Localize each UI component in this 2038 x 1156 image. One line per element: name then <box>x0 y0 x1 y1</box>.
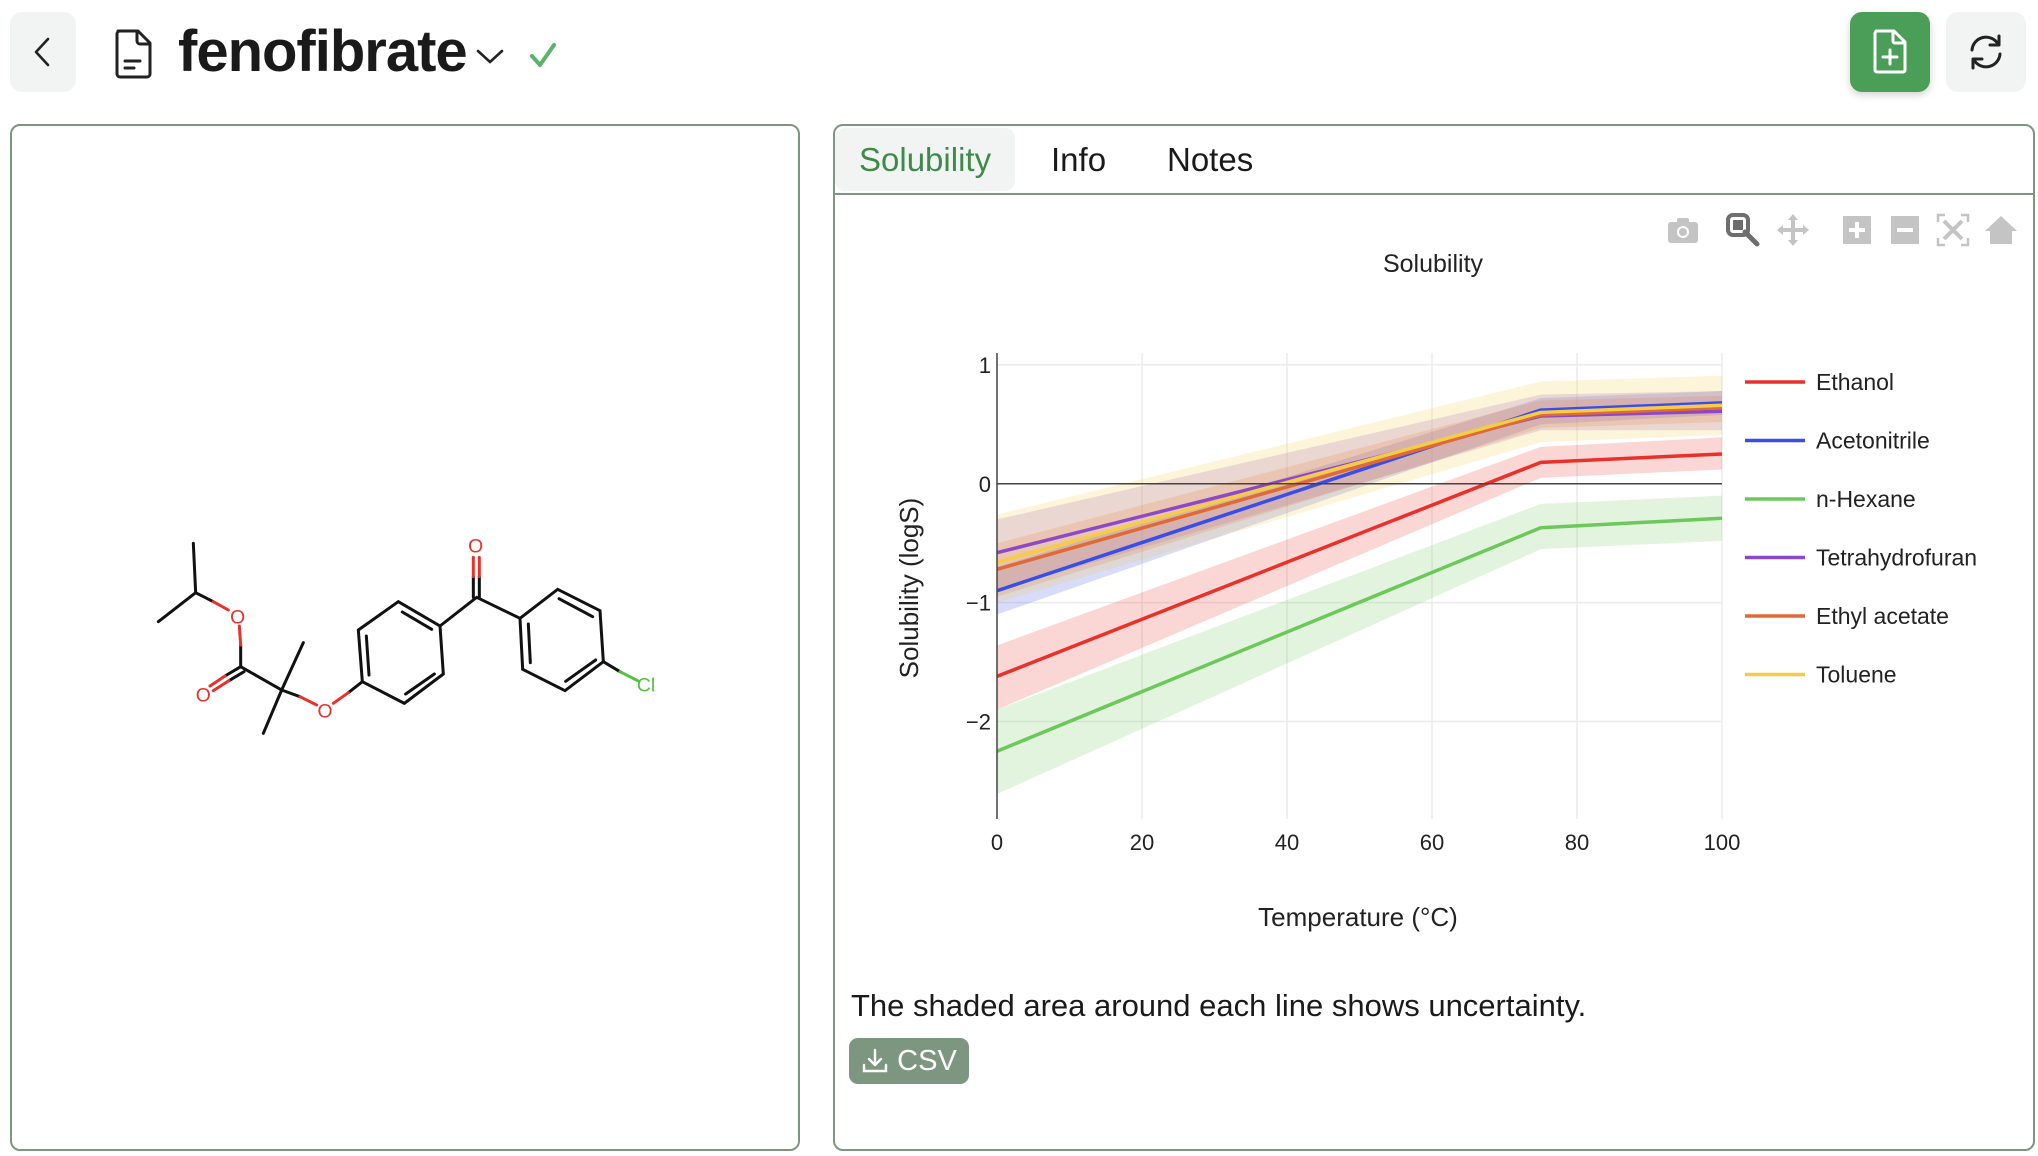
refresh-button[interactable] <box>1946 12 2026 92</box>
atom-label-chlorine: Cl <box>637 676 655 697</box>
legend-item: Ethanol <box>1816 369 1894 395</box>
x-axis-label: Temperature (°C) <box>1258 902 1458 932</box>
csv-button-label: CSV <box>897 1044 957 1077</box>
tab-info[interactable]: Info <box>1027 128 1130 191</box>
x-tick-label: 60 <box>1420 830 1444 855</box>
atom-label-oxygen: O <box>196 686 211 707</box>
x-tick-label: 20 <box>1130 830 1154 855</box>
file-plus-icon <box>1873 29 1907 74</box>
y-tick-label: −1 <box>966 591 991 616</box>
chart-legend[interactable]: Ethanol Acetonitrile n-Hexane Tetrahydrofur… <box>1745 369 1977 688</box>
atom-label-oxygen: O <box>468 537 483 558</box>
legend-item: Tetrahydrofuran <box>1816 545 1977 571</box>
chevron-down-icon[interactable] <box>475 47 505 67</box>
legend-item: n-Hexane <box>1816 486 1916 512</box>
new-document-button[interactable] <box>1850 12 1930 92</box>
chart-title: Solubility <box>1383 250 1484 278</box>
x-tick-label: 0 <box>991 830 1003 855</box>
atom-label-oxygen: O <box>230 607 245 628</box>
download-icon <box>862 1048 888 1073</box>
solubility-chart: Solubility 0 20 40 60 80 100 1 0 −1 −2 Temperatur… <box>894 250 1977 932</box>
tab-notes[interactable]: Notes <box>1143 128 1277 191</box>
legend-item: Ethyl acetate <box>1816 603 1949 629</box>
refresh-icon <box>1970 34 2002 70</box>
uncertainty-note: The shaded area around each line shows u… <box>851 988 1587 1023</box>
x-tick-label: 80 <box>1565 830 1589 855</box>
y-tick-label: −2 <box>966 710 991 735</box>
atom-label-oxygen: O <box>317 701 332 722</box>
check-icon <box>530 43 556 67</box>
legend-item: Acetonitrile <box>1816 428 1930 454</box>
tab-bar: Solubility Info Notes <box>835 126 2033 195</box>
y-axis-label: Solubility (logS) <box>894 498 924 679</box>
document-icon <box>115 29 152 79</box>
x-tick-label: 100 <box>1704 830 1741 855</box>
x-tick-label: 40 <box>1275 830 1299 855</box>
download-csv-button[interactable]: CSV <box>849 1038 969 1084</box>
y-tick-label: 0 <box>979 472 991 497</box>
tab-solubility[interactable]: Solubility <box>835 128 1016 191</box>
y-tick-label: 1 <box>979 353 991 378</box>
chevron-left-icon <box>34 37 50 67</box>
molecule-title: fenofibrate <box>178 19 468 84</box>
molecule-structure: O O O O Cl <box>156 537 655 735</box>
legend-item: Toluene <box>1816 662 1897 688</box>
back-button[interactable] <box>10 12 76 92</box>
